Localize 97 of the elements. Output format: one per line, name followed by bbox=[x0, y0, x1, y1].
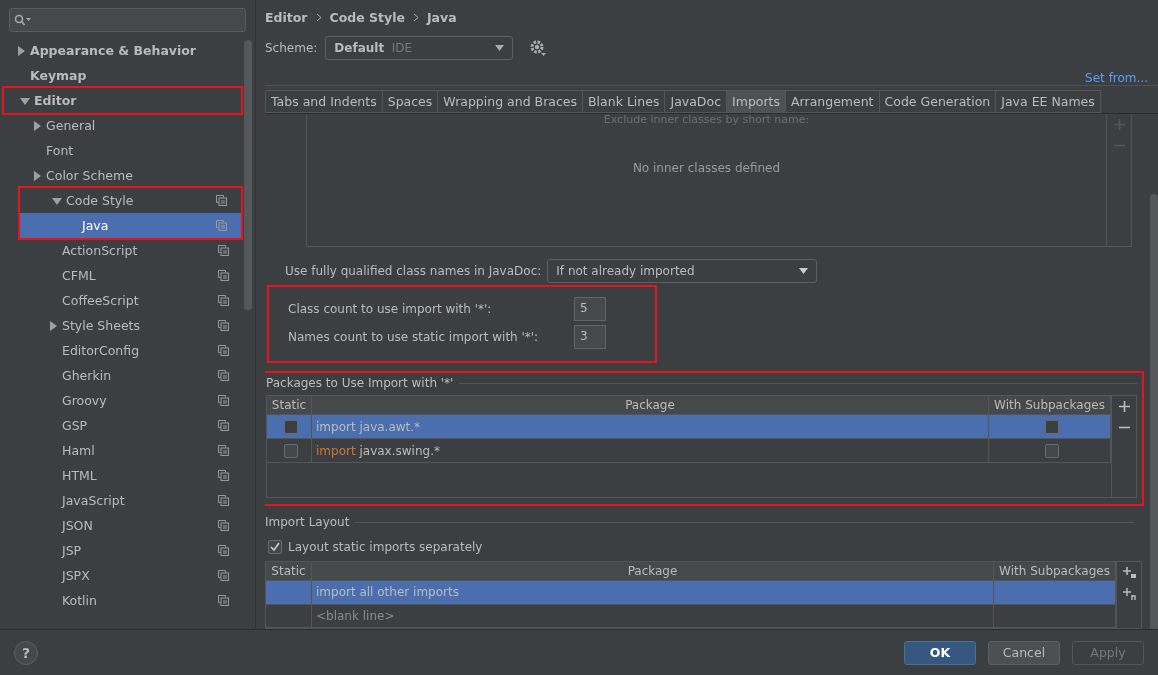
collapsed-arrow-icon[interactable] bbox=[32, 120, 42, 131]
tree-item[interactable]: HTML bbox=[0, 463, 243, 488]
layout-checkbox[interactable]: Layout static imports separately bbox=[265, 536, 1144, 557]
scheme-dropdown[interactable]: Default IDE bbox=[325, 36, 514, 60]
scrollbar[interactable] bbox=[1150, 194, 1158, 629]
tree-item[interactable]: Code Style bbox=[20, 188, 241, 213]
copy-icon bbox=[218, 395, 229, 406]
tree-item[interactable]: JSON bbox=[0, 513, 243, 538]
copy-icon bbox=[218, 495, 229, 506]
tree-item[interactable]: Gherkin bbox=[0, 363, 243, 388]
copy-icon bbox=[218, 570, 229, 581]
breadcrumb-item[interactable]: Editor bbox=[265, 9, 308, 25]
table-cell: import javax.swing.* bbox=[316, 443, 440, 458]
tab[interactable]: JavaDoc bbox=[664, 90, 726, 113]
expanded-arrow-icon[interactable] bbox=[52, 195, 62, 206]
tab[interactable]: Wrapping and Braces bbox=[437, 90, 583, 113]
collapsed-arrow-icon[interactable] bbox=[48, 320, 58, 331]
tree-item[interactable]: JavaScript bbox=[0, 488, 243, 513]
copy-icon bbox=[216, 195, 227, 206]
tab[interactable]: Tabs and Indents bbox=[265, 90, 382, 113]
dialog-button[interactable]: OK bbox=[904, 640, 976, 665]
collapsed-arrow-icon[interactable] bbox=[32, 170, 42, 181]
copy-icon bbox=[218, 370, 229, 381]
javadoc-dropdown[interactable]: If not already imported bbox=[547, 258, 818, 283]
number-field[interactable]: 5 bbox=[574, 297, 606, 322]
copy-icon bbox=[218, 245, 229, 256]
chevron-icon bbox=[412, 12, 419, 22]
copy-icon bbox=[218, 270, 229, 281]
number-field[interactable]: 3 bbox=[574, 325, 606, 350]
tree-item[interactable]: Haml bbox=[0, 438, 243, 463]
tree-item[interactable]: General bbox=[0, 113, 243, 138]
checkbox[interactable] bbox=[284, 419, 298, 434]
tree-item[interactable]: Color Scheme bbox=[0, 163, 243, 188]
table-row[interactable]: import javax.swing.* bbox=[267, 439, 1111, 464]
collapsed-arrow-icon[interactable] bbox=[16, 45, 26, 56]
tab[interactable]: Imports bbox=[726, 90, 785, 113]
tree-item[interactable]: Keymap bbox=[0, 63, 243, 88]
help-button[interactable]: ? bbox=[14, 640, 38, 665]
tree-item[interactable]: Editor bbox=[4, 88, 241, 113]
copy-icon bbox=[218, 595, 229, 606]
tree-item[interactable]: GSP bbox=[0, 413, 243, 438]
scrollbar[interactable] bbox=[244, 40, 252, 310]
table-cell: import java.awt.* bbox=[316, 419, 421, 434]
tab[interactable]: Java EE Names bbox=[995, 90, 1101, 113]
table-row[interactable]: <blank line> bbox=[266, 604, 1116, 628]
dialog-button[interactable]: Cancel bbox=[988, 640, 1060, 665]
checkbox[interactable] bbox=[1044, 419, 1059, 434]
expanded-arrow-icon[interactable] bbox=[20, 95, 30, 106]
breadcrumb-item[interactable]: Java bbox=[426, 9, 457, 25]
chevron-icon bbox=[315, 12, 322, 22]
tree-item[interactable]: Java bbox=[20, 213, 241, 238]
set-from-link[interactable]: Set from... bbox=[1085, 71, 1148, 85]
caret-icon bbox=[495, 45, 505, 51]
plus-icon[interactable] bbox=[1117, 400, 1131, 414]
table-cell: import all other imports bbox=[316, 585, 459, 600]
tab[interactable]: Code Generation bbox=[878, 90, 996, 113]
copy-icon bbox=[218, 345, 229, 356]
group-title: Packages to Use Import with '*' bbox=[266, 376, 454, 391]
count-label: Class count to use import with '*': bbox=[288, 302, 493, 317]
checkbox[interactable] bbox=[1044, 443, 1059, 458]
add-package-icon[interactable] bbox=[1122, 566, 1136, 579]
empty-message: No inner classes defined bbox=[632, 159, 781, 177]
javadoc-label: Use fully qualified class names in JavaDoc: bbox=[285, 263, 542, 278]
copy-icon bbox=[218, 545, 229, 556]
copy-icon bbox=[218, 295, 229, 306]
copy-icon bbox=[218, 470, 229, 481]
copy-icon bbox=[218, 520, 229, 531]
tree-item[interactable]: ActionScript bbox=[0, 238, 243, 263]
tree-item[interactable]: Style Sheets bbox=[0, 313, 243, 338]
search-icon bbox=[14, 14, 32, 26]
checkbox[interactable] bbox=[268, 539, 282, 554]
copy-icon bbox=[216, 220, 227, 231]
tree-item[interactable]: CoffeeScript bbox=[0, 288, 243, 313]
tree-item[interactable]: Groovy bbox=[0, 388, 243, 413]
tab[interactable]: Spaces bbox=[381, 90, 438, 113]
scheme-label: Scheme: bbox=[265, 41, 318, 55]
copy-icon bbox=[218, 445, 229, 456]
tab[interactable]: Blank Lines bbox=[582, 90, 665, 113]
copy-icon bbox=[218, 420, 229, 431]
count-label: Names count to use static import with '*': bbox=[288, 330, 540, 345]
table-cell: <blank line> bbox=[316, 608, 395, 623]
tree-item[interactable]: EditorConfig bbox=[0, 338, 243, 363]
search-field[interactable] bbox=[9, 8, 246, 32]
tree-item[interactable]: Font bbox=[0, 138, 243, 163]
checkbox[interactable] bbox=[284, 443, 298, 458]
breadcrumb-item[interactable]: Code Style bbox=[329, 9, 405, 25]
tree-item[interactable]: Kotlin bbox=[0, 588, 243, 613]
add-blank-line-icon[interactable] bbox=[1122, 587, 1136, 600]
tree-item[interactable]: JSP bbox=[0, 538, 243, 563]
group-title: Import Layout bbox=[265, 515, 350, 530]
tree-item[interactable]: CFML bbox=[0, 263, 243, 288]
copy-icon bbox=[218, 320, 229, 331]
tree-item[interactable]: JSPX bbox=[0, 563, 243, 588]
caret-icon bbox=[799, 267, 809, 274]
tree-item[interactable]: Appearance & Behavior bbox=[0, 38, 243, 63]
gear-icon[interactable] bbox=[529, 39, 548, 57]
tab[interactable]: Arrangement bbox=[785, 90, 879, 113]
